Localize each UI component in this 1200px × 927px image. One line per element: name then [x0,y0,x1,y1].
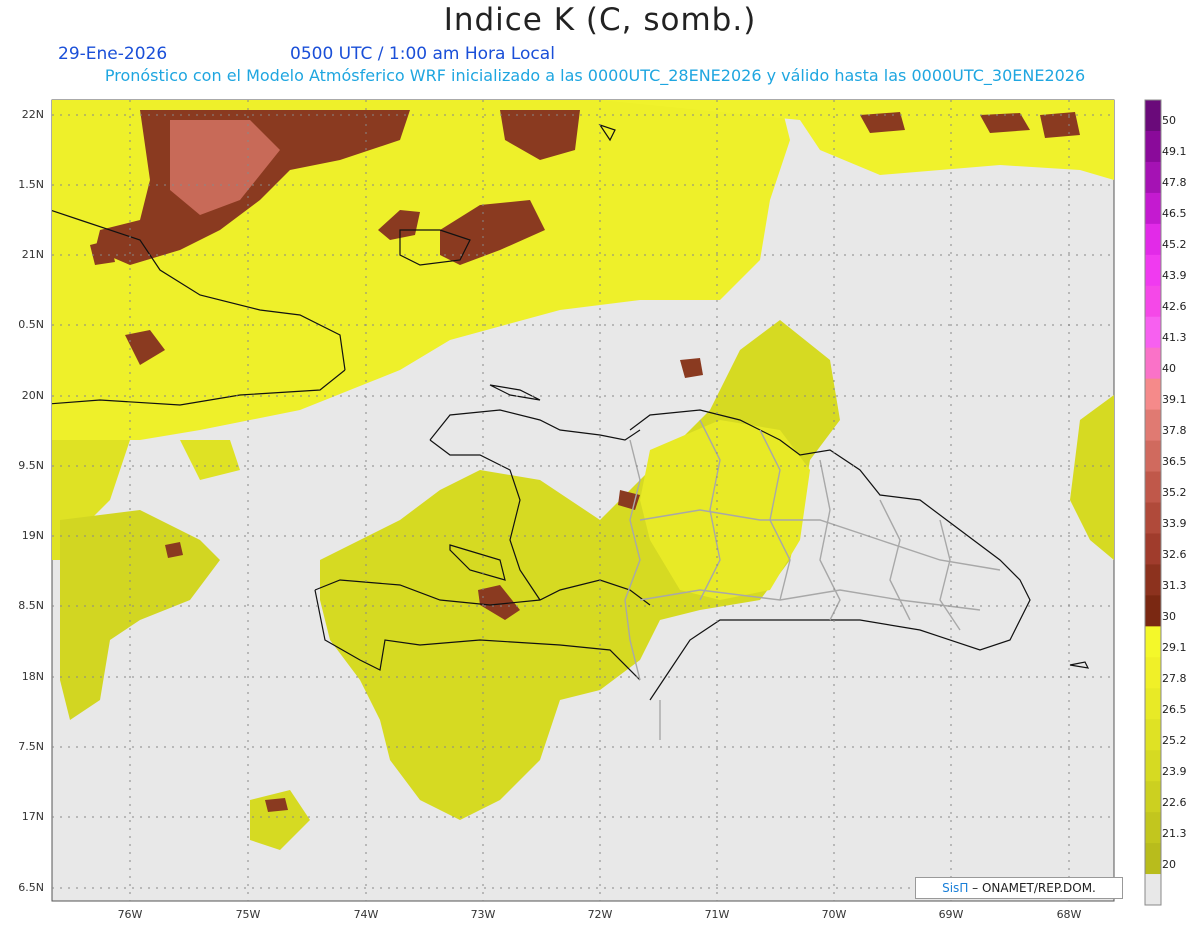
colorbar-tick-label: 40 [1162,362,1176,376]
lon-label: 68W [1056,908,1082,921]
colorbar-swatch [1145,874,1161,906]
colorbar-swatch [1145,378,1161,411]
colorbar-swatch [1145,192,1161,225]
colorbar-swatch [1145,812,1161,844]
lon-label: 76W [117,908,143,921]
lat-label: 18N [21,670,44,683]
colorbar-swatch [1145,626,1161,658]
k-index-map [51,99,1162,906]
credit-box: SisΠ – ONAMET/REP.DOM. [915,877,1123,899]
colorbar-swatch [1145,719,1161,751]
colorbar-tick-label: 33.9 [1162,516,1187,530]
colorbar-tick-label: 37.8 [1162,424,1187,438]
colorbar-tick-label: 23.9 [1162,764,1187,778]
colorbar-tick-label: 22.6 [1162,795,1187,809]
colorbar-tick-label: 27.8 [1162,671,1187,685]
lat-label: 6.5N [18,881,44,894]
colorbar-tick-label: 31.3 [1162,578,1187,592]
colorbar-tick-label: 46.5 [1162,207,1187,221]
colorbar-swatch [1145,100,1161,132]
colorbar-tick-label: 20 [1162,857,1176,871]
lon-label: 70W [821,908,847,921]
colorbar-swatch [1145,688,1161,720]
colorbar-swatch [1145,564,1161,596]
lat-label: 20N [21,389,44,402]
colorbar-tick-label: 36.5 [1162,455,1187,469]
colorbar-swatch [1145,595,1161,627]
colorbar-tick-label: 29.1 [1162,640,1187,654]
credit-text: – ONAMET/REP.DOM. [968,881,1096,895]
lon-label: 73W [470,908,496,921]
colorbar-swatch [1145,161,1161,194]
colorbar-swatch [1145,657,1161,689]
colorbar-tick-label: 39.1 [1162,393,1187,407]
colorbar-tick-label: 26.5 [1162,702,1187,716]
colorbar-tick-label: 49.1 [1162,145,1187,159]
colorbar-tick-label: 42.6 [1162,300,1187,314]
lat-label: 8.5N [18,599,44,612]
colorbar-swatch [1145,502,1161,534]
lat-label: 17N [21,810,44,823]
lon-label: 69W [938,908,964,921]
colorbar-swatch [1145,130,1161,163]
colorbar-swatch [1145,409,1161,442]
colorbar-swatch [1145,471,1161,503]
lat-label: 0.5N [18,318,44,331]
colorbar-swatch [1145,285,1161,318]
colorbar-swatch [1145,254,1161,287]
lon-label: 72W [587,908,613,921]
colorbar-tick-label: 47.8 [1162,176,1187,190]
lat-label: 9.5N [18,459,44,472]
lat-label: 21N [21,248,44,261]
colorbar-tick-label: 43.9 [1162,269,1187,283]
colorbar-swatch [1145,223,1161,256]
lat-label: 7.5N [18,740,44,753]
colorbar-tick-label: 50 [1162,114,1176,128]
colorbar-tick-label: 45.2 [1162,238,1187,252]
colorbar-tick-label: 41.3 [1162,331,1187,345]
colorbar-tick-label: 32.6 [1162,547,1187,561]
colorbar-swatch [1145,781,1161,813]
colorbar-swatch [1145,750,1161,782]
colorbar-tick-label: 25.2 [1162,733,1187,747]
lon-label: 74W [353,908,379,921]
colorbar-swatch [1145,347,1161,380]
colorbar-swatch [1145,533,1161,565]
colorbar-swatch [1145,843,1161,875]
colorbar [1144,99,1162,906]
lat-label: 22N [21,108,44,121]
lon-label: 75W [235,908,261,921]
colorbar-tick-label: 30 [1162,609,1176,623]
lat-label: 19N [21,529,44,542]
colorbar-swatch [1145,316,1161,349]
colorbar-swatch [1145,440,1161,473]
colorbar-tick-label: 35.2 [1162,486,1187,500]
lon-label: 71W [704,908,730,921]
lat-label: 1.5N [18,178,44,191]
credit-brand: SisΠ [942,881,969,895]
colorbar-tick-label: 21.3 [1162,826,1187,840]
